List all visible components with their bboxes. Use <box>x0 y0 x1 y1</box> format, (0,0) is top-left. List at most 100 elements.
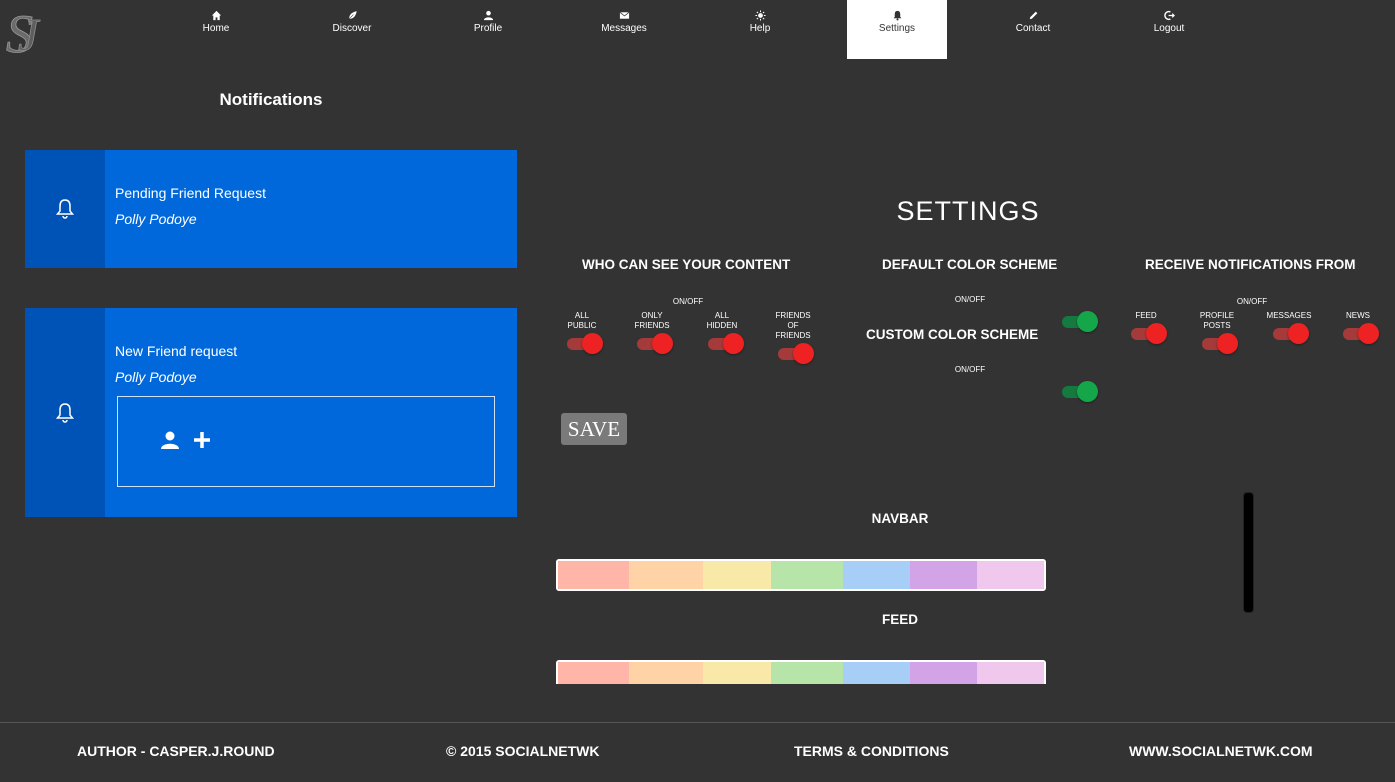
color-swatch[interactable] <box>976 662 1044 684</box>
nav-home-label: Home <box>202 23 230 34</box>
option-label-line: NEWS <box>1346 311 1370 320</box>
color-swatch[interactable] <box>910 561 977 589</box>
nav-help-label: Help <box>749 23 771 34</box>
footer: AUTHOR - CASPER.J.ROUND © 2015 SOCIALNET… <box>0 722 1395 782</box>
toggle-all-hidden[interactable] <box>708 332 744 354</box>
toggle-receive-messages[interactable] <box>1273 322 1309 344</box>
toggle-only-friends[interactable] <box>637 332 673 354</box>
toggle-knob <box>1358 323 1379 344</box>
nav-profile[interactable]: Profile <box>438 0 538 59</box>
toggle-receive-feed[interactable] <box>1131 322 1167 344</box>
toggle-knob <box>1217 333 1238 354</box>
nav-messages[interactable]: Messages <box>574 0 674 59</box>
color-swatch[interactable] <box>702 662 772 684</box>
option-label-line: FEED <box>1135 311 1157 320</box>
color-swatch[interactable] <box>629 662 703 684</box>
nav-profile-label: Profile <box>473 23 503 34</box>
nav-messages-label: Messages <box>601 23 647 34</box>
receive-heading: RECEIVE NOTIFICATIONS FROM <box>1145 257 1356 272</box>
notification-card-new[interactable]: New Friend request Polly Podoye <box>25 308 517 517</box>
color-swatch[interactable] <box>558 662 630 684</box>
toggle-knob <box>1077 311 1098 332</box>
notification-side <box>25 150 105 268</box>
toggle-knob <box>793 343 814 364</box>
nav-contact[interactable]: Contact <box>983 0 1083 59</box>
toggle-knob <box>723 333 744 354</box>
option-all-hidden-label: ALL HIDDEN <box>692 311 752 331</box>
save-button[interactable]: SAVE <box>561 413 627 445</box>
option-label-line: FRIENDS <box>634 321 670 330</box>
nav-logout[interactable]: Logout <box>1119 0 1219 59</box>
notification-title: New Friend request <box>115 343 238 359</box>
notification-title: Pending Friend Request <box>115 185 266 201</box>
color-swatch[interactable] <box>842 561 911 589</box>
toggle-custom-scheme[interactable] <box>1062 380 1098 402</box>
color-swatch[interactable] <box>910 662 977 684</box>
option-all-public-label: ALL PUBLIC <box>552 311 612 331</box>
navbar-palette-title: NAVBAR <box>871 511 929 526</box>
plus-icon[interactable] <box>193 431 211 449</box>
settings-heading: SETTINGS <box>896 196 1040 226</box>
add-user-icon[interactable] <box>160 430 180 450</box>
bell-icon <box>893 10 901 21</box>
toggle-all-public[interactable] <box>567 332 603 354</box>
nav-help[interactable]: Help <box>710 0 810 59</box>
color-swatch[interactable] <box>842 662 911 684</box>
pencil-icon <box>1029 11 1037 20</box>
color-swatch[interactable] <box>976 561 1044 589</box>
option-label-line: ALL <box>574 311 590 320</box>
visibility-onoff-label: ON/OFF <box>672 297 704 306</box>
footer-website-link[interactable]: WWW.SOCIALNETWK.COM <box>1129 743 1313 759</box>
notification-name[interactable]: Polly Podoye <box>115 369 197 385</box>
toggle-knob <box>582 333 603 354</box>
sun-icon <box>754 10 766 21</box>
nav-contact-label: Contact <box>1015 23 1051 34</box>
toggle-default-scheme[interactable] <box>1062 310 1098 332</box>
color-swatch[interactable] <box>702 561 772 589</box>
notification-name[interactable]: Polly Podoye <box>115 211 197 227</box>
receive-onoff-label: ON/OFF <box>1236 297 1268 306</box>
option-label-line: MESSAGES <box>1266 311 1312 320</box>
receive-messages-label: MESSAGES <box>1259 311 1319 321</box>
feed-palette-title: FEED <box>881 612 918 627</box>
feed-palette-clip <box>540 640 1070 684</box>
option-label-line: PROFILE <box>1199 311 1235 320</box>
scrollbar[interactable] <box>1243 492 1254 613</box>
color-swatch[interactable] <box>771 662 843 684</box>
toggle-knob <box>1146 323 1167 344</box>
svg-text:J: J <box>18 9 41 60</box>
add-friend-box[interactable] <box>117 396 495 487</box>
nav-home[interactable]: Home <box>166 0 266 59</box>
default-scheme-onoff-label: ON/OFF <box>954 295 986 304</box>
nav-logout-label: Logout <box>1153 23 1185 34</box>
color-swatch[interactable] <box>629 561 703 589</box>
default-scheme-heading: DEFAULT COLOR SCHEME <box>882 257 1058 272</box>
notification-card-pending[interactable]: Pending Friend Request Polly Podoye <box>25 150 517 268</box>
nav-discover-label: Discover <box>332 23 372 34</box>
notification-side <box>25 308 105 517</box>
option-label-line: FRIENDS <box>775 311 811 320</box>
toggle-knob <box>652 333 673 354</box>
nav-settings[interactable]: Settings <box>847 0 947 59</box>
custom-scheme-heading: CUSTOM COLOR SCHEME <box>866 327 1039 342</box>
navbar-color-palette[interactable] <box>556 559 1046 591</box>
toggle-receive-profile-posts[interactable] <box>1202 332 1238 354</box>
color-swatch[interactable] <box>771 561 843 589</box>
user-icon <box>483 10 493 21</box>
option-friends-of-friends-label: FRIENDS OF FRIENDS <box>763 311 823 341</box>
visibility-heading: WHO CAN SEE YOUR CONTENT <box>582 257 791 272</box>
feed-color-palette[interactable] <box>556 660 1046 684</box>
toggle-receive-news[interactable] <box>1343 322 1379 344</box>
logout-icon <box>1163 10 1175 21</box>
toggle-knob <box>1288 323 1309 344</box>
receive-news-label: NEWS <box>1328 311 1388 321</box>
envelope-icon <box>619 12 629 19</box>
footer-terms-link[interactable]: TERMS & CONDITIONS <box>794 743 949 759</box>
toggle-friends-of-friends[interactable] <box>778 342 814 364</box>
bell-icon <box>55 402 75 423</box>
toggle-knob <box>1077 381 1098 402</box>
nav-discover[interactable]: Discover <box>302 0 402 59</box>
color-swatch[interactable] <box>558 561 630 589</box>
logo[interactable]: S J <box>4 2 60 65</box>
option-label-line: POSTS <box>1203 321 1231 330</box>
